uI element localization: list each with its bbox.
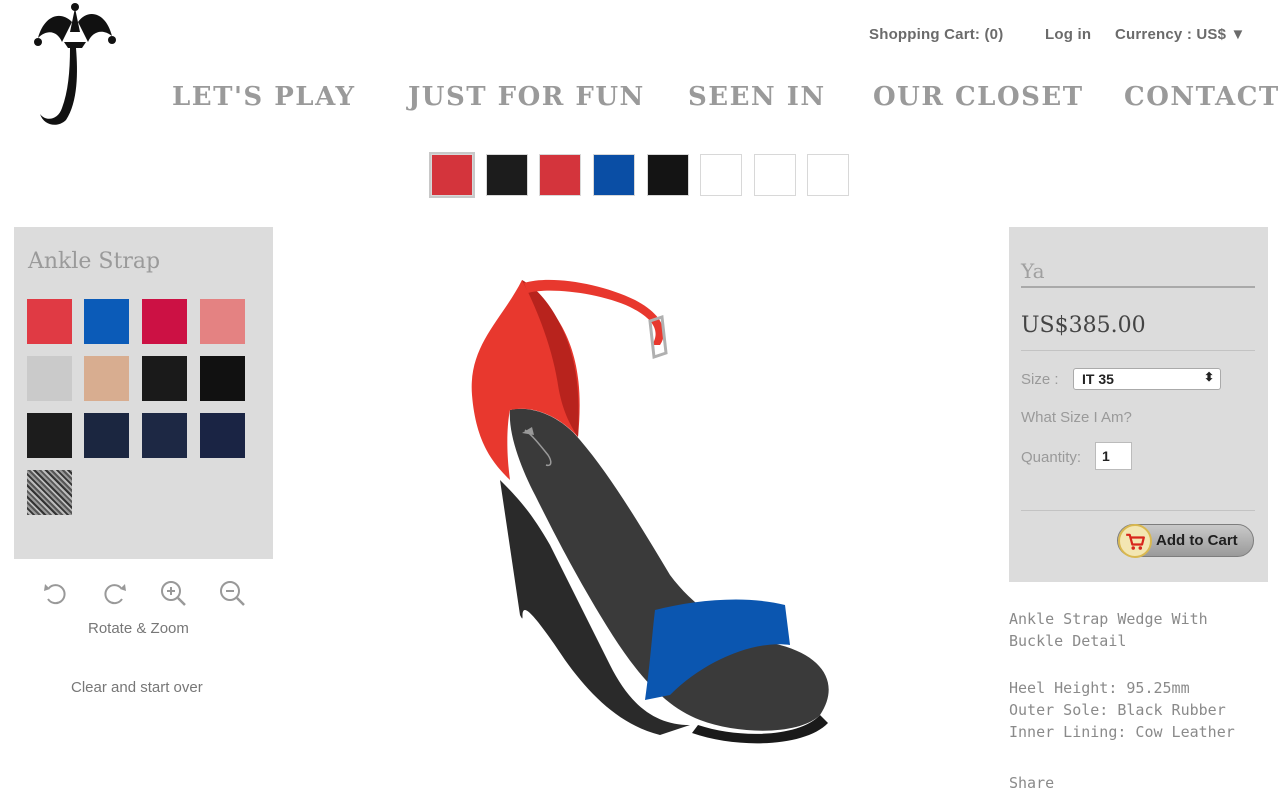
nav-just-for-fun[interactable]: JUST FOR FUN <box>408 82 645 112</box>
part-color-swatch[interactable] <box>807 154 849 196</box>
size-select[interactable]: IT 35 ⬍ <box>1073 368 1221 390</box>
description-line: Buckle Detail <box>1009 632 1127 650</box>
divider <box>1021 350 1255 351</box>
clear-start-over-link[interactable]: Clear and start over <box>71 679 203 696</box>
what-size-link[interactable]: What Size I Am? <box>1021 409 1132 426</box>
material-swatch[interactable] <box>27 299 72 344</box>
description-line: Ankle Strap Wedge With <box>1009 610 1208 628</box>
material-swatch[interactable] <box>142 356 187 401</box>
select-arrows-icon: ⬍ <box>1203 370 1214 384</box>
shoe-preview-image[interactable] <box>440 265 870 755</box>
material-swatch[interactable] <box>142 413 187 458</box>
zoom-out-icon[interactable] <box>217 578 247 608</box>
part-color-swatch[interactable] <box>647 154 689 196</box>
product-specs: Heel Height: 95.25mm Outer Sole: Black R… <box>1009 677 1235 743</box>
size-select-value: IT 35 <box>1082 371 1114 387</box>
nav-contact[interactable]: CONTACT <box>1124 82 1280 112</box>
part-color-swatch[interactable] <box>486 154 528 196</box>
rotate-zoom-label: Rotate & Zoom <box>88 620 189 637</box>
shopping-cart-icon <box>1118 524 1152 558</box>
rotate-left-icon[interactable] <box>40 578 70 608</box>
material-swatch[interactable] <box>200 299 245 344</box>
spec-inner-lining: Inner Lining: Cow Leather <box>1009 723 1235 741</box>
nav-our-closet[interactable]: OUR CLOSET <box>873 82 1084 112</box>
product-price: US$385.00 <box>1021 313 1146 338</box>
material-panel: Ankle Strap <box>14 227 273 559</box>
material-swatch[interactable] <box>142 299 187 344</box>
part-color-swatch[interactable] <box>593 154 635 196</box>
material-swatch[interactable] <box>200 413 245 458</box>
part-color-swatch[interactable] <box>754 154 796 196</box>
zoom-in-icon[interactable] <box>158 578 188 608</box>
quantity-input[interactable]: 1 <box>1095 442 1132 470</box>
part-color-swatch[interactable] <box>539 154 581 196</box>
divider <box>1021 510 1255 511</box>
rotate-right-icon[interactable] <box>100 578 130 608</box>
purchase-panel: Ya US$385.00 Size : IT 35 ⬍ What Size I … <box>1009 227 1268 582</box>
material-swatch[interactable] <box>200 356 245 401</box>
material-swatch[interactable] <box>84 299 129 344</box>
login-link[interactable]: Log in <box>1045 26 1091 43</box>
material-swatch[interactable] <box>27 356 72 401</box>
quantity-label: Quantity: <box>1021 449 1082 466</box>
share-link[interactable]: Share <box>1009 774 1054 792</box>
nav-lets-play[interactable]: LET'S PLAY <box>172 82 356 112</box>
currency-dropdown[interactable]: Currency : US$ ▼ <box>1115 26 1246 43</box>
add-to-cart-button[interactable]: Add to Cart <box>1117 524 1254 558</box>
size-label: Size : <box>1021 371 1059 388</box>
material-swatch[interactable] <box>27 413 72 458</box>
material-swatch[interactable] <box>27 470 72 515</box>
panel-title: Ankle Strap <box>28 249 161 274</box>
spec-heel-height: Heel Height: 95.25mm <box>1009 679 1190 697</box>
material-swatch[interactable] <box>84 413 129 458</box>
name-underline <box>1021 286 1255 288</box>
material-swatch[interactable] <box>84 356 129 401</box>
part-color-swatch[interactable] <box>700 154 742 196</box>
brand-logo[interactable] <box>30 2 120 132</box>
part-color-swatch[interactable] <box>431 154 473 196</box>
nav-seen-in[interactable]: SEEN IN <box>688 82 826 112</box>
product-description-title: Ankle Strap Wedge With Buckle Detail <box>1009 608 1208 652</box>
add-to-cart-label: Add to Cart <box>1156 532 1238 549</box>
product-name-input[interactable]: Ya <box>1021 259 1045 283</box>
spec-outer-sole: Outer Sole: Black Rubber <box>1009 701 1226 719</box>
shopping-cart-link[interactable]: Shopping Cart: (0) <box>869 26 1003 43</box>
